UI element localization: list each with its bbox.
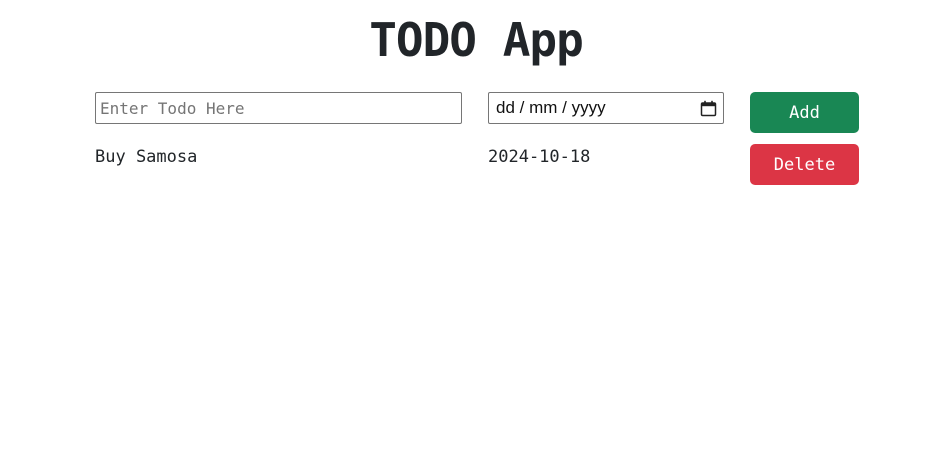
delete-button[interactable]: Delete <box>750 144 859 185</box>
add-button[interactable]: Add <box>750 92 859 133</box>
calendar-icon[interactable] <box>699 99 717 117</box>
page-title: TODO App <box>369 13 584 67</box>
date-input[interactable]: dd / mm / yyyy <box>488 92 724 124</box>
todo-item-date: 2024-10-18 <box>488 147 591 167</box>
date-placeholder: dd / mm / yyyy <box>496 98 606 117</box>
todo-input[interactable] <box>95 92 462 124</box>
todo-item-name: Buy Samosa <box>95 147 198 167</box>
